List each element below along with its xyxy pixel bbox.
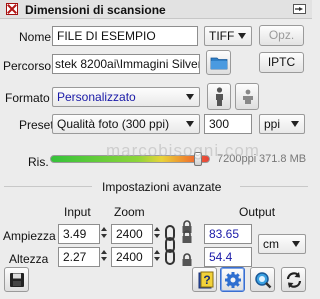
zoom-column-header: Zoom — [114, 205, 145, 219]
window-title: Dimensioni di scansione — [25, 3, 166, 17]
file-size: 371.8 MB — [259, 153, 307, 165]
width-input-stepper[interactable] — [100, 224, 108, 244]
section-divider-left — [4, 186, 92, 187]
resolution-field[interactable]: 300 — [204, 114, 252, 134]
landscape-orientation-button[interactable] — [235, 83, 259, 110]
section-divider-right — [240, 186, 308, 187]
settings-button[interactable] — [220, 267, 245, 292]
chevron-down-icon — [291, 121, 299, 127]
panel-menu-icon[interactable] — [293, 3, 306, 15]
path-field[interactable]: stek 8200ai\Immagini Silverfast — [52, 54, 200, 74]
chevron-down-icon — [186, 121, 194, 127]
height-input-field[interactable]: 2.27 — [58, 247, 100, 267]
refresh-arrows-icon — [286, 272, 302, 288]
path-label: Percorso — [3, 59, 52, 73]
format-value: Personalizzato — [57, 90, 136, 104]
format-select[interactable]: Personalizzato — [52, 87, 200, 107]
name-label: Nome — [19, 30, 52, 44]
file-format-value: TIFF — [209, 29, 235, 43]
width-output-field[interactable]: 83.65 — [204, 224, 252, 244]
svg-text:?: ? — [203, 273, 210, 287]
width-label: Ampiezza — [3, 229, 56, 243]
preset-value: Qualità foto (300 ppi) — [57, 117, 170, 131]
folder-button[interactable] — [206, 50, 231, 75]
advanced-section-title: Impostazioni avanzate — [102, 180, 222, 194]
help-button[interactable]: ? — [192, 267, 217, 292]
output-unit-value: cm — [263, 237, 279, 251]
width-zoom-stepper[interactable] — [153, 224, 161, 244]
input-column-header: Input — [64, 205, 91, 219]
iptc-button[interactable]: IPTC — [259, 52, 304, 73]
resolution-unit-select[interactable]: ppi — [259, 114, 305, 134]
folder-icon — [210, 57, 228, 70]
format-label: Formato — [5, 91, 50, 105]
file-format-select[interactable]: TIFF — [204, 26, 252, 46]
options-button[interactable]: Opz. — [259, 25, 304, 46]
height-input-stepper[interactable] — [100, 247, 108, 267]
collapse-icon[interactable] — [6, 3, 18, 15]
width-zoom-field[interactable]: 2400 — [111, 224, 153, 244]
preset-label: Preset — [19, 118, 54, 132]
lock-icon[interactable] — [181, 230, 193, 244]
resolution-slider-label: Ris. — [28, 155, 49, 169]
chevron-down-icon — [292, 241, 300, 247]
magnifier-icon — [255, 272, 272, 289]
chain-link-icon[interactable] — [164, 220, 176, 270]
height-output-field[interactable]: 54.4 — [204, 247, 252, 267]
output-column-header: Output — [239, 205, 276, 219]
output-unit-select[interactable]: cm — [258, 234, 306, 254]
person-portrait-icon — [216, 87, 223, 106]
height-zoom-field[interactable]: 2400 — [111, 247, 153, 267]
chevron-down-icon — [186, 94, 194, 100]
magnifier-button[interactable] — [250, 267, 275, 292]
name-field[interactable]: FILE DI ESEMPIO — [52, 26, 198, 46]
save-button[interactable] — [4, 267, 29, 292]
chevron-down-icon — [238, 33, 246, 39]
help-book-icon: ? — [198, 271, 214, 289]
preset-select[interactable]: Qualità foto (300 ppi) — [52, 114, 200, 134]
gear-icon — [225, 272, 241, 288]
person-landscape-icon — [243, 89, 253, 104]
refresh-button[interactable] — [281, 267, 306, 292]
watermark-text: marcobisogni.com — [106, 141, 260, 160]
floppy-disk-icon — [10, 273, 24, 287]
portrait-orientation-button[interactable] — [207, 83, 231, 110]
height-label: Altezza — [9, 252, 49, 266]
height-zoom-stepper[interactable] — [153, 247, 161, 267]
width-input-field[interactable]: 3.49 — [58, 224, 100, 244]
resolution-unit-value: ppi — [264, 117, 281, 131]
lock-icon[interactable] — [181, 253, 193, 267]
